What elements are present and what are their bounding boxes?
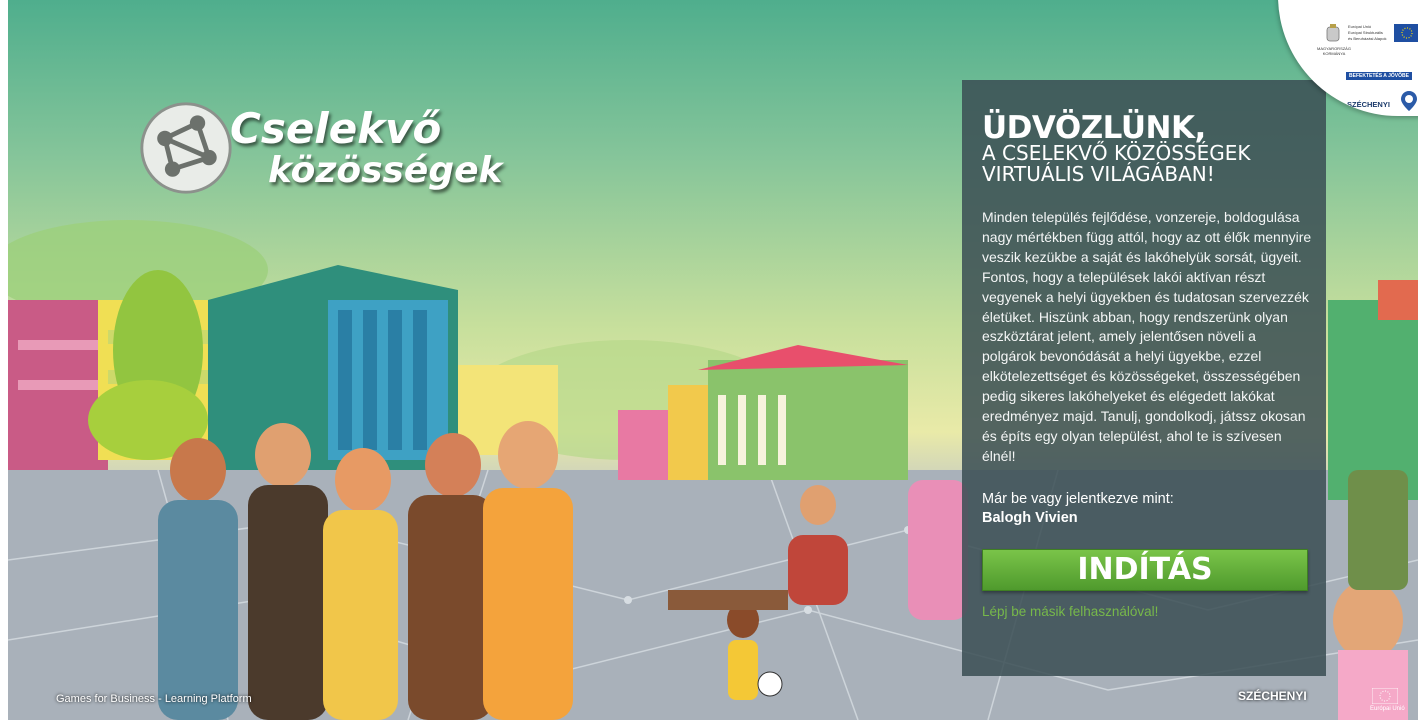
switch-user-link[interactable]: Lépj be másik felhasználóval!: [982, 604, 1158, 619]
logo-text-line1: Cselekvő: [230, 104, 442, 153]
welcome-description: Minden település fejlődése, vonzereje, b…: [982, 209, 1312, 464]
network-globe-icon: [140, 102, 232, 194]
cselekvo-kozossegek-logo: Cselekvő közösségek: [138, 100, 502, 200]
szechenyi-label: SZÉCHENYI: [1347, 100, 1390, 109]
logged-in-username: Balogh Vivien: [982, 510, 1078, 526]
footer-szechenyi-logo: SZÉCHENYI: [1238, 689, 1307, 703]
eu-label-line2: Európai Strukturális: [1348, 30, 1383, 35]
start-button[interactable]: INDÍTÁS: [982, 549, 1308, 591]
szechenyi-2020-icon: [1401, 91, 1417, 111]
logged-in-label: Már be vagy jelentkezve mint:: [982, 491, 1174, 507]
eu-flag-icon: [1394, 24, 1418, 42]
footer-eu-flag-icon: [1372, 688, 1398, 704]
eu-invest-banner: BEFEKTETÉS A JÖVŐBE: [1346, 72, 1412, 80]
welcome-panel: ÜDVÖZLÜNK, A CSELEKVŐ KÖZÖSSÉGEK VIRTUÁL…: [962, 80, 1326, 676]
gov-label: MAGYARORSZÁG KORMÁNYA: [1317, 46, 1351, 56]
logo-text-line2: közösségek: [268, 150, 503, 191]
footer-eu-label: Európai Unió: [1370, 706, 1405, 712]
welcome-subtitle: A CSELEKVŐ KÖZÖSSÉGEK VIRTUÁLIS VILÁGÁBA…: [982, 141, 1251, 186]
eu-label-line3: és Beruházási Alapok: [1348, 36, 1387, 41]
hungarian-coat-of-arms-icon: [1326, 24, 1340, 42]
eu-label-line1: Európai Unió: [1348, 24, 1372, 29]
footer-platform-text: Games for Business - Learning Platform: [56, 693, 252, 705]
left-page-margin: [0, 0, 8, 720]
